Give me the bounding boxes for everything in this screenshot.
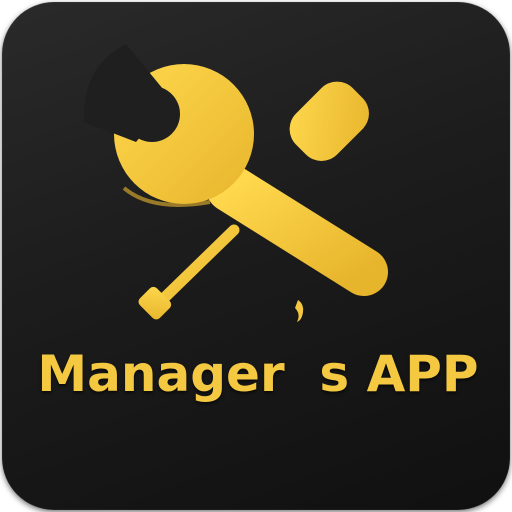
app-label: Manager s APP <box>30 334 486 414</box>
wrench-and-screwdriver-icon <box>83 44 388 322</box>
app-icon[interactable]: Manager s APP <box>2 2 510 510</box>
wrench-shaft <box>206 164 388 296</box>
screwdriver-handle <box>289 81 369 161</box>
screwdriver-shaft <box>154 224 240 308</box>
app-label-text: Manager s APP <box>37 345 479 403</box>
wrench-head <box>83 44 254 207</box>
drip-accent <box>295 300 304 322</box>
